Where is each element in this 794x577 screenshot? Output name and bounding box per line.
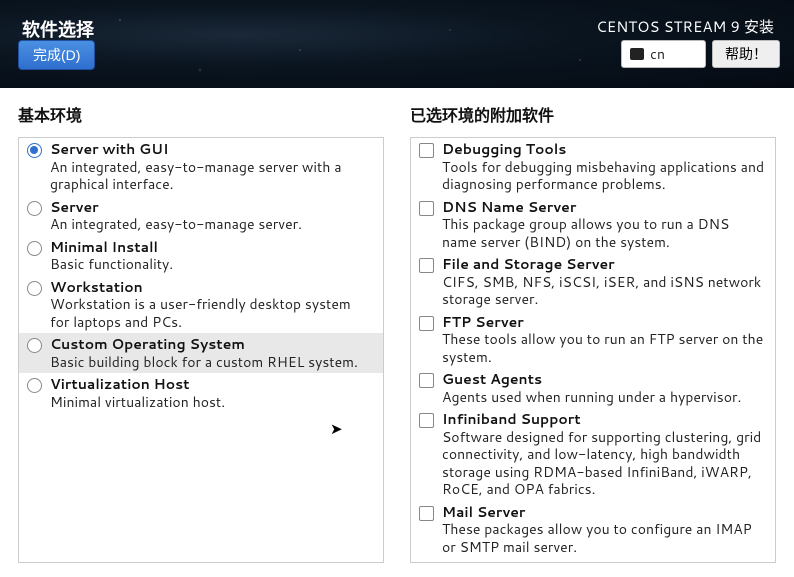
keyboard-layout-selector[interactable]: cn xyxy=(621,40,706,68)
content-area: 基本环境 Server with GUIAn integrated, easy-… xyxy=(0,88,794,577)
environment-option[interactable]: Server with GUIAn integrated, easy-to-ma… xyxy=(19,138,383,196)
addons-title: 已选环境的附加软件 xyxy=(410,102,776,127)
option-title: File and Storage Server xyxy=(442,256,765,274)
done-button[interactable]: 完成(D) xyxy=(18,40,95,70)
option-description: An integrated, easy-to-manage server wit… xyxy=(50,159,373,194)
option-title: Server with GUI xyxy=(50,141,373,159)
addon-option[interactable]: Mail ServerThese packages allow you to c… xyxy=(411,501,775,559)
option-description: These tools allow you to run an FTP serv… xyxy=(442,331,765,366)
option-text: WorkstationWorkstation is a user-friendl… xyxy=(50,279,373,332)
checkbox[interactable] xyxy=(419,201,434,216)
addon-list: Debugging ToolsTools for debugging misbe… xyxy=(410,137,776,563)
environment-option[interactable]: Virtualization HostMinimal virtualizatio… xyxy=(19,373,383,413)
option-description: Basic building block for a custom RHEL s… xyxy=(50,354,373,372)
option-text: File and Storage ServerCIFS, SMB, NFS, i… xyxy=(442,256,765,309)
option-description: Basic functionality. xyxy=(50,256,373,274)
addon-option[interactable]: Debugging ToolsTools for debugging misbe… xyxy=(411,138,775,196)
option-title: Infiniband Support xyxy=(442,411,765,429)
option-description: Tools for debugging misbehaving applicat… xyxy=(442,159,765,194)
help-button[interactable]: 帮助！ xyxy=(712,40,780,68)
base-environment-title: 基本环境 xyxy=(18,102,384,127)
checkbox[interactable] xyxy=(419,143,434,158)
option-text: Mail ServerThese packages allow you to c… xyxy=(442,504,765,557)
radio-button[interactable] xyxy=(27,378,42,393)
addon-option[interactable]: DNS Name ServerThis package group allows… xyxy=(411,196,775,254)
checkbox[interactable] xyxy=(419,316,434,331)
radio-button[interactable] xyxy=(27,143,42,158)
addons-column: 已选环境的附加软件 Debugging ToolsTools for debug… xyxy=(410,102,776,563)
option-text: Custom Operating SystemBasic building bl… xyxy=(50,336,373,371)
option-description: Software designed for supporting cluster… xyxy=(442,429,765,499)
environment-option[interactable]: WorkstationWorkstation is a user-friendl… xyxy=(19,276,383,334)
base-environment-column: 基本环境 Server with GUIAn integrated, easy-… xyxy=(18,102,384,563)
option-description: CIFS, SMB, NFS, iSCSI, iSER, and iSNS ne… xyxy=(442,274,765,309)
option-text: FTP ServerThese tools allow you to run a… xyxy=(442,314,765,367)
option-description: Minimal virtualization host. xyxy=(50,394,373,412)
checkbox[interactable] xyxy=(419,258,434,273)
option-title: Network File System Client xyxy=(442,561,765,563)
header-bar: 软件选择 完成(D) CENTOS STREAM 9 安装 cn 帮助！ xyxy=(0,0,794,88)
option-text: ServerAn integrated, easy-to-manage serv… xyxy=(50,199,373,234)
option-description: Workstation is a user-friendly desktop s… xyxy=(50,296,373,331)
option-text: Infiniband SupportSoftware designed for … xyxy=(442,411,765,499)
radio-button[interactable] xyxy=(27,281,42,296)
radio-button[interactable] xyxy=(27,338,42,353)
installer-title: CENTOS STREAM 9 安装 xyxy=(596,16,774,37)
addon-option[interactable]: Infiniband SupportSoftware designed for … xyxy=(411,408,775,501)
option-description: An integrated, easy-to-manage server. xyxy=(50,216,373,234)
option-title: Custom Operating System xyxy=(50,336,373,354)
keyboard-icon xyxy=(630,48,644,60)
addon-option[interactable]: FTP ServerThese tools allow you to run a… xyxy=(411,311,775,369)
option-text: Network File System Client xyxy=(442,561,765,563)
language-code: cn xyxy=(650,44,665,64)
checkbox[interactable] xyxy=(419,413,434,428)
page-title: 软件选择 xyxy=(22,16,94,42)
radio-button[interactable] xyxy=(27,201,42,216)
addon-option[interactable]: Guest AgentsAgents used when running und… xyxy=(411,368,775,408)
option-description: These packages allow you to configure an… xyxy=(442,521,765,556)
environment-option[interactable]: Minimal InstallBasic functionality. xyxy=(19,236,383,276)
option-text: Debugging ToolsTools for debugging misbe… xyxy=(442,141,765,194)
radio-button[interactable] xyxy=(27,241,42,256)
option-description: This package group allows you to run a D… xyxy=(442,216,765,251)
checkbox[interactable] xyxy=(419,506,434,521)
addon-option[interactable]: File and Storage ServerCIFS, SMB, NFS, i… xyxy=(411,253,775,311)
environment-option[interactable]: Custom Operating SystemBasic building bl… xyxy=(19,333,383,373)
option-title: Guest Agents xyxy=(442,371,765,389)
environment-option[interactable]: ServerAn integrated, easy-to-manage serv… xyxy=(19,196,383,236)
option-title: Virtualization Host xyxy=(50,376,373,394)
option-text: DNS Name ServerThis package group allows… xyxy=(442,199,765,252)
option-text: Virtualization HostMinimal virtualizatio… xyxy=(50,376,373,411)
checkbox[interactable] xyxy=(419,373,434,388)
option-title: Debugging Tools xyxy=(442,141,765,159)
option-text: Guest AgentsAgents used when running und… xyxy=(442,371,765,406)
option-text: Minimal InstallBasic functionality. xyxy=(50,239,373,274)
option-text: Server with GUIAn integrated, easy-to-ma… xyxy=(50,141,373,194)
environment-list: Server with GUIAn integrated, easy-to-ma… xyxy=(18,137,384,563)
addon-option[interactable]: Network File System Client xyxy=(411,558,775,563)
option-description: Agents used when running under a hypervi… xyxy=(442,389,765,407)
